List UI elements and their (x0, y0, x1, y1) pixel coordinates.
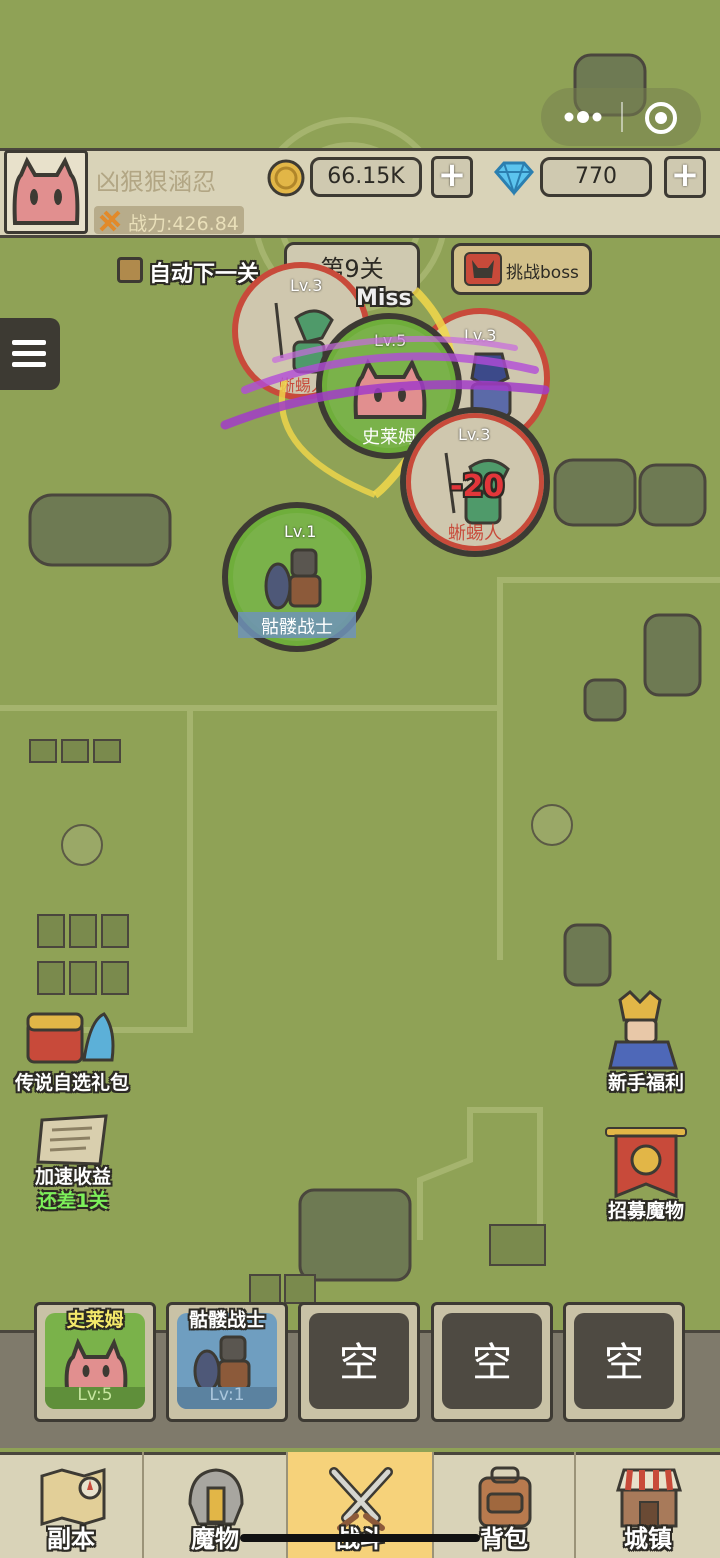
gold-amount: 66.15K (310, 157, 422, 197)
auto-next-checkbox[interactable] (117, 257, 143, 283)
enemy-unit-lizardman-2[interactable]: Lv.3 -20 蜥蜴人 (400, 407, 550, 557)
avatar[interactable] (4, 150, 88, 234)
slot-empty-bg: 空 (442, 1313, 542, 1409)
ally-unit-skeleton-warrior[interactable]: Lv.1 骷髅战士 (222, 502, 372, 652)
knight-icon (608, 989, 679, 1070)
nav-backpack[interactable]: 背包 (434, 1452, 576, 1558)
auto-next-label: 自动下一关 (149, 262, 260, 287)
challenge-boss-label: 挑战boss (506, 263, 579, 283)
speed-income-event[interactable] (36, 1112, 116, 1168)
treasure-chest-icon (26, 1012, 115, 1064)
legend-pack-event[interactable] (24, 1000, 120, 1070)
unit-name: 蜥蜴人 (448, 523, 502, 544)
side-menu-button[interactable] (0, 318, 60, 390)
wechat-capsule[interactable] (541, 88, 701, 146)
recruit-monster-label: 招募魔物 (607, 1200, 684, 1222)
close-target-icon[interactable] (643, 100, 679, 136)
slot-level: Lv:5 (77, 1385, 113, 1405)
scroll-icon (36, 1114, 108, 1166)
recruit-monster-event[interactable] (604, 1126, 688, 1199)
squad-slot-1[interactable]: Lv:5 史莱姆 (34, 1302, 156, 1422)
miss-text: Miss (356, 286, 412, 311)
nav-dungeon[interactable]: 副本 (0, 1452, 144, 1558)
slot-empty-label: 空 (604, 1340, 644, 1386)
capsule-divider (621, 102, 623, 132)
speed-income-label: 加速收益 (34, 1166, 111, 1188)
newbie-reward-event[interactable] (600, 989, 690, 1070)
slot-empty-label: 空 (339, 1340, 379, 1386)
squad-slot-3[interactable]: 空 (298, 1302, 420, 1422)
unit-level: Lv.3 (458, 425, 491, 444)
map-icon (40, 1467, 106, 1526)
slot-name: 骷髅战士 (188, 1309, 265, 1331)
nav-town[interactable]: 城镇 (576, 1452, 720, 1558)
nav-label: 副本 (47, 1525, 95, 1553)
more-icon[interactable] (563, 106, 603, 128)
power-icon (99, 210, 121, 232)
unit-level: Lv.1 (284, 522, 317, 541)
speed-income-sub: 还差1关 (37, 1190, 109, 1212)
menu-icon (12, 340, 46, 367)
gold-coin-icon (267, 159, 305, 197)
squad-slot-5[interactable]: 空 (563, 1302, 685, 1422)
gem-icon (494, 161, 534, 196)
slot-empty-bg: 空 (574, 1313, 674, 1409)
banner-icon (605, 1127, 687, 1199)
slot-name: 史莱姆 (66, 1309, 124, 1331)
slot-empty-label: 空 (472, 1340, 512, 1386)
add-gold-button[interactable]: + (431, 156, 473, 198)
nav-battle[interactable]: 战斗 (288, 1452, 434, 1558)
nav-monsters[interactable]: 魔物 (144, 1452, 288, 1558)
unit-name: 骷髅战士 (261, 617, 333, 638)
slot-empty-bg: 空 (309, 1313, 409, 1409)
legend-pack-label: 传说自选礼包 (14, 1072, 129, 1094)
squad-slot-4[interactable]: 空 (431, 1302, 553, 1422)
nav-label: 城镇 (624, 1525, 672, 1553)
add-gem-button[interactable]: + (664, 156, 706, 198)
damage-text: -20 (450, 469, 505, 504)
slime-avatar-icon (12, 156, 80, 225)
player-name: 凶狠狠涵忍 (96, 168, 216, 196)
home-indicator (240, 1534, 480, 1542)
slot-level: Lv:1 (209, 1385, 245, 1405)
newbie-reward-label: 新手福利 (607, 1072, 684, 1094)
power-value: 战力:426.84 (128, 213, 239, 235)
game-screen: 凶狠狠涵忍 战力:426.84 66.15K + 770 + 自动下一关 第9关… (0, 0, 720, 1558)
gem-amount: 770 (540, 157, 652, 197)
squad-slot-2[interactable]: Lv:1 骷髅战士 (166, 1302, 288, 1422)
